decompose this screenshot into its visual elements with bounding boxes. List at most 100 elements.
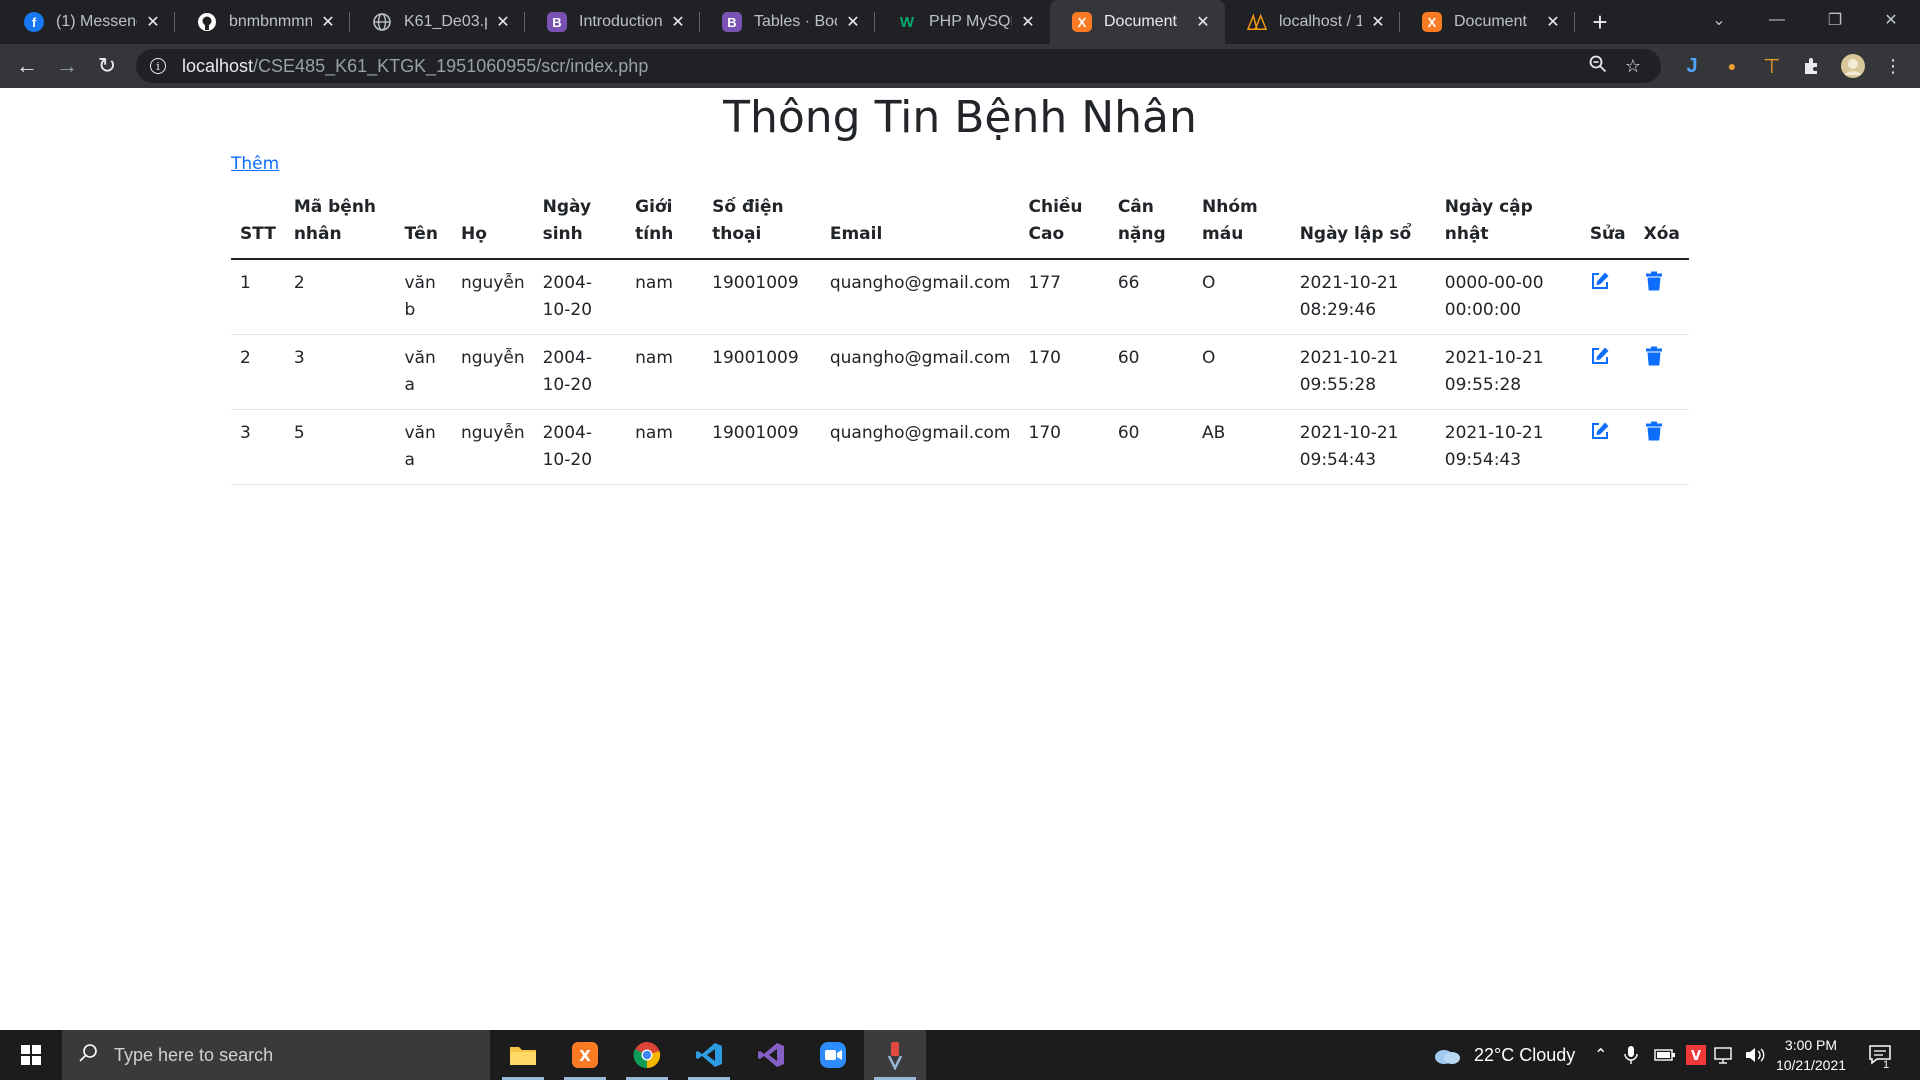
xampp-app-icon[interactable]: X	[554, 1030, 616, 1080]
close-tab-icon[interactable]: ✕	[143, 12, 163, 32]
bookmark-star-icon[interactable]: ☆	[1625, 56, 1641, 77]
restore-button[interactable]: ❐	[1806, 0, 1864, 40]
w3schools-icon: W	[899, 13, 915, 31]
battery-icon[interactable]	[1654, 1030, 1676, 1080]
browser-tab[interactable]: X Document ✕	[1400, 0, 1575, 44]
cell-birth-date: 2004-10-20	[533, 334, 627, 410]
cell-phone: 19001009	[703, 334, 821, 410]
chrome-app-icon[interactable]	[616, 1030, 678, 1080]
cell-phone: 19001009	[703, 259, 821, 335]
svg-text:X: X	[579, 1047, 591, 1065]
close-tab-icon[interactable]: ✕	[318, 12, 338, 32]
cell-patient-id: 5	[284, 409, 396, 485]
edit-button[interactable]	[1590, 347, 1610, 368]
table-row: 2 3 văn a nguyễn 2004-10-20 nam 19001009 quangh…	[231, 334, 1689, 410]
vscode-app-icon[interactable]	[678, 1030, 740, 1080]
address-bar[interactable]: i localhost/CSE485_K61_KTGK_1951060955/s…	[136, 49, 1661, 83]
cloud-icon	[1435, 1050, 1460, 1064]
cell-weight: 66	[1108, 259, 1194, 335]
extension-orange-icon[interactable]: ●	[1712, 44, 1752, 88]
extensions-puzzle-icon[interactable]	[1792, 44, 1832, 88]
reload-button[interactable]: ↻	[87, 48, 127, 84]
edit-button[interactable]	[1590, 272, 1610, 293]
cell-updated-date: 2021-10-21 09:55:28	[1435, 334, 1581, 410]
close-tab-icon[interactable]: ✕	[1193, 12, 1213, 32]
cell-delete	[1634, 259, 1689, 335]
cell-height: 177	[1019, 259, 1109, 335]
close-tab-icon[interactable]: ✕	[843, 12, 863, 32]
browser-tab[interactable]: K61_De03.pdf ✕	[350, 0, 525, 44]
zoom-app-icon[interactable]	[802, 1030, 864, 1080]
edit-button[interactable]	[1590, 422, 1610, 443]
close-tab-icon[interactable]: ✕	[493, 12, 513, 32]
add-patient-link[interactable]: Thêm	[231, 154, 279, 174]
browser-tab-title: localhost / 12	[1279, 13, 1362, 30]
visual-studio-app-icon[interactable]	[740, 1030, 802, 1080]
close-tab-icon[interactable]: ✕	[1543, 12, 1563, 32]
taskbar-search-box[interactable]: Type here to search	[62, 1030, 490, 1080]
table-row: 3 5 văn a nguyễn 2004-10-20 nam 19001009 quangh…	[231, 409, 1689, 485]
patients-table-body: 1 2 văn b nguyễn 2004-10-20 nam 19001009 quangh…	[231, 259, 1689, 485]
system-clock[interactable]: 3:00 PM 10/21/2021	[1766, 1035, 1856, 1075]
col-header-stt: STT	[231, 186, 285, 260]
cell-patient-id: 2	[284, 259, 396, 335]
delete-button[interactable]	[1644, 421, 1664, 443]
microphone-icon[interactable]	[1624, 1030, 1638, 1080]
browser-menu-icon[interactable]: ⋮	[1873, 44, 1913, 88]
col-header-updated-date: Ngày cập nhật	[1435, 186, 1581, 260]
extension-j-icon[interactable]: J	[1672, 44, 1712, 88]
volume-icon[interactable]	[1744, 1030, 1766, 1080]
browser-tab[interactable]: W PHP MySQL Cr ✕	[875, 0, 1050, 44]
browser-tab-title: Introduction ·	[579, 13, 662, 30]
cell-email: quangho@gmail.com	[820, 259, 1020, 335]
table-header-row: STT Mã bệnh nhân Tên Họ Ngày sinh Giới t…	[231, 186, 1689, 260]
zoom-icon[interactable]	[1589, 55, 1607, 78]
file-explorer-icon[interactable]	[492, 1030, 554, 1080]
browser-tab[interactable]: B Introduction · ✕	[525, 0, 700, 44]
cell-email: quangho@gmail.com	[820, 409, 1020, 485]
tray-chevron-up-icon[interactable]: ⌃	[1594, 1030, 1607, 1080]
minimize-button[interactable]: —	[1748, 0, 1806, 40]
close-tab-icon[interactable]: ✕	[1018, 12, 1038, 32]
delete-button[interactable]	[1644, 346, 1664, 368]
profile-avatar[interactable]	[1833, 44, 1873, 88]
browser-tab[interactable]: bnmbnmmnbm ✕	[175, 0, 350, 44]
xampp-icon: X	[1072, 12, 1092, 32]
col-header-delete: Xóa	[1634, 186, 1689, 260]
snipping-tool-app-icon[interactable]	[864, 1030, 926, 1080]
url-path: /CSE485_K61_KTGK_1951060955/scr/index.ph…	[253, 55, 649, 76]
extension-hammer-icon[interactable]: ⊤	[1752, 44, 1792, 88]
browser-tab[interactable]: localhost / 12 ✕	[1225, 0, 1400, 44]
cell-blood-type: O	[1193, 334, 1291, 410]
new-tab-button[interactable]: +	[1575, 0, 1625, 44]
network-icon[interactable]	[1714, 1030, 1736, 1080]
vivaldi-tray-icon[interactable]: V	[1686, 1030, 1706, 1080]
col-header-last-name: Họ	[451, 186, 534, 260]
clock-time: 3:00 PM	[1784, 1037, 1838, 1053]
col-header-height: Chiều Cao	[1019, 186, 1109, 260]
forward-button[interactable]: →	[47, 48, 87, 84]
back-button[interactable]: ←	[7, 48, 47, 84]
cell-patient-id: 3	[284, 334, 396, 410]
cell-height: 170	[1019, 409, 1109, 485]
close-window-button[interactable]: ✕	[1862, 0, 1920, 40]
cell-stt: 3	[231, 409, 285, 485]
browser-tab-strip: f(1) Messenger✕bnmbnmmnbm✕K61_De03.pdf✕B…	[0, 0, 1920, 44]
browser-tab[interactable]: X Document ✕	[1050, 0, 1225, 44]
cell-stt: 2	[231, 334, 285, 410]
col-header-blood-type: Nhóm máu	[1193, 186, 1291, 260]
bootstrap-icon: B	[547, 12, 567, 32]
close-tab-icon[interactable]: ✕	[1368, 12, 1388, 32]
browser-tab[interactable]: B Tables · Bootstrap ✕	[700, 0, 875, 44]
weather-widget[interactable]: 22°C Cloudy	[1432, 1030, 1575, 1080]
col-header-edit: Sửa	[1580, 186, 1635, 260]
cell-edit	[1580, 334, 1635, 410]
tab-separator	[1574, 12, 1575, 32]
windows-start-icon[interactable]	[0, 1030, 62, 1080]
delete-button[interactable]	[1644, 271, 1664, 293]
browser-tab[interactable]: f (1) Messenger ✕	[0, 0, 175, 44]
site-info-icon[interactable]: i	[150, 58, 166, 74]
notification-center-icon[interactable]: 1	[1868, 1030, 1892, 1080]
close-tab-icon[interactable]: ✕	[668, 12, 688, 32]
tab-search-chevron-icon[interactable]: ⌄	[1690, 0, 1748, 40]
